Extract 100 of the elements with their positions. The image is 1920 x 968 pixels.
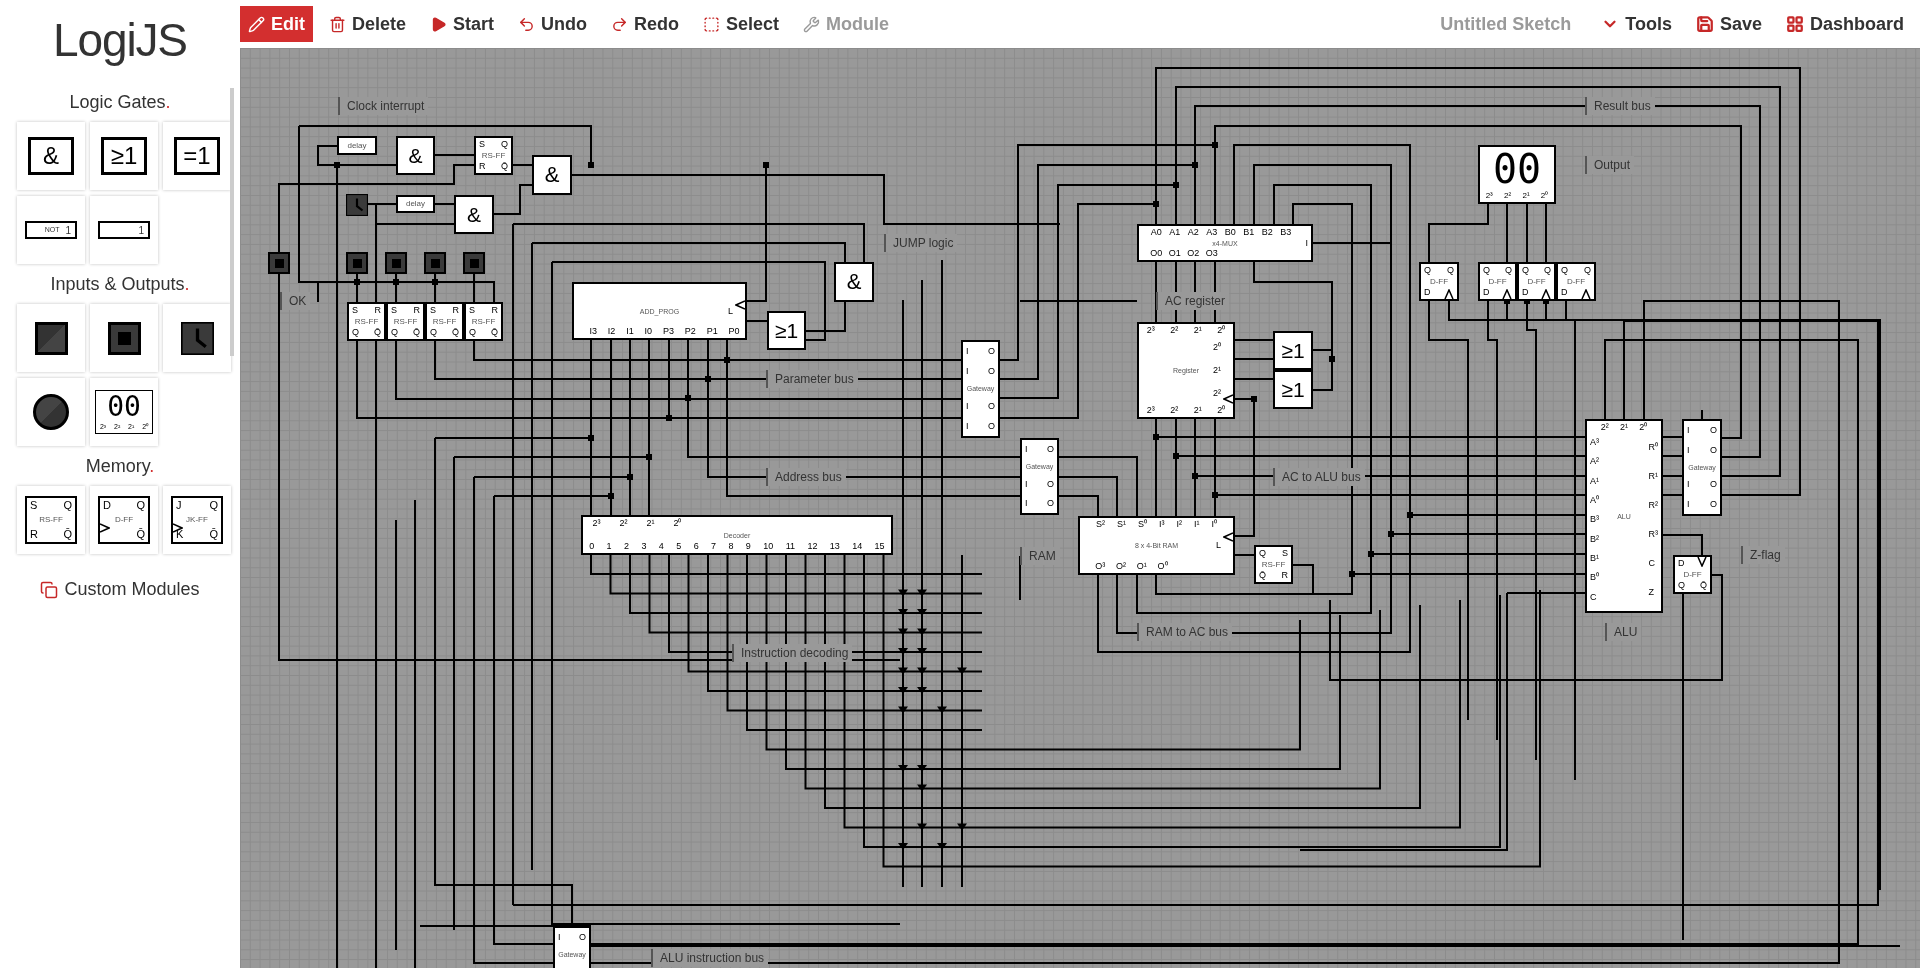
pin-label: D [1424, 288, 1431, 297]
delay-element[interactable]: delay [337, 136, 377, 155]
pin-label: A¹ [1590, 475, 1599, 487]
logic-gate-tool[interactable]: & [28, 137, 74, 175]
pin-label: O [1710, 479, 1717, 491]
toolbar-button[interactable]: Delete [321, 6, 415, 42]
push-button-tool[interactable] [107, 321, 141, 355]
pin-label: Q [430, 328, 437, 337]
pin-label: 2¹ [646, 518, 655, 529]
flip-flop-name: RS-FF [39, 516, 63, 524]
flip-flop[interactable]: Q Q D-FF D [1556, 262, 1596, 301]
push-button[interactable] [463, 252, 485, 274]
flip-flop[interactable]: Q Q D-FF D [1419, 262, 1459, 301]
pin-label: I [1687, 479, 1690, 491]
pin-label: 0 [589, 541, 595, 552]
logic-gate[interactable]: & [834, 262, 874, 302]
flip-flop[interactable]: S R RS-FF Q Q̄ [425, 302, 464, 341]
pin-label: 2² [1170, 325, 1179, 336]
switch-tool[interactable] [34, 321, 68, 355]
pin-label: 2² [1170, 405, 1179, 416]
flip-flop[interactable]: Q Q D-FF D [1517, 262, 1556, 301]
pin-label: 13 [829, 541, 840, 552]
pin-label: I [966, 401, 969, 413]
toolbar-button[interactable]: Start [422, 6, 503, 42]
pin-label: O [1710, 444, 1717, 456]
pin-label: 2⁰ [1639, 422, 1648, 433]
wire-label: RAM to AC bus [1137, 623, 1233, 641]
toolbar-icon [1785, 15, 1804, 33]
toolbar-button[interactable]: Save [1689, 6, 1768, 42]
push-button[interactable] [346, 252, 368, 274]
flip-flop-name: RS-FF [1261, 560, 1286, 569]
flip-flop-name: D-FF [1527, 277, 1546, 286]
pin-label: Q [1259, 549, 1266, 558]
pin-label: Q̄ [63, 529, 72, 540]
logic-gate[interactable]: ≥1 [767, 311, 806, 350]
pin-label: I [1687, 498, 1690, 510]
logic-gate-tool[interactable]: ≥1 [101, 137, 147, 175]
toolbar-button[interactable]: Tools [1595, 6, 1678, 42]
pin-label: 2⁰ [673, 518, 682, 529]
bit-label: 2⁰ [1540, 191, 1549, 201]
pin-label: B³ [1590, 514, 1599, 526]
custom-modules-link[interactable]: Custom Modules [40, 576, 200, 603]
flip-flop-tool[interactable]: S Q RS-FF R Q̄ [25, 496, 77, 544]
pin-label: I3 [589, 326, 597, 337]
flip-flop[interactable]: S R RS-FF Q Q̄ [464, 302, 503, 341]
clock-input-icon [100, 523, 110, 534]
flip-flop[interactable]: Q S RS-FF Q̄ R [1254, 545, 1293, 584]
toolbar-icon [248, 15, 265, 33]
pin-label: S [1282, 549, 1288, 558]
logic-gate[interactable]: & [396, 136, 435, 175]
pin-label: 2³ [592, 518, 601, 529]
push-button[interactable] [385, 252, 407, 274]
flip-flop[interactable]: S R RS-FF Q Q̄ [347, 302, 386, 341]
app-logo[interactable]: LogiJS [53, 12, 187, 68]
push-button[interactable] [424, 252, 446, 274]
flip-flop-tool[interactable]: J Q JK-FF K Q̄ [171, 496, 223, 544]
pin-label: C [1590, 591, 1598, 603]
pin-label: A² [1590, 456, 1599, 468]
hex-display[interactable]: 00 2³ 2² 2¹ 2⁰ [1478, 145, 1556, 204]
flip-flop[interactable]: S R RS-FF Q Q̄ [386, 302, 425, 341]
toolbar-button[interactable]: Edit [240, 6, 313, 42]
pin-label: I [558, 932, 561, 943]
logic-gate-tool[interactable]: =1 [174, 137, 220, 175]
toolbar-button[interactable]: Redo [603, 6, 688, 42]
logic-gate[interactable]: & [532, 155, 572, 195]
flip-flop[interactable]: Q Q D-FF D [1478, 262, 1517, 301]
flip-flop[interactable]: D D-FF Q Q̄ [1673, 555, 1712, 594]
pin-label: Q [391, 328, 398, 337]
toolbar-button[interactable]: Undo [510, 6, 596, 42]
pin-label: S [391, 306, 397, 315]
wire-label: Parameter bus [766, 370, 858, 388]
pin-label: Q̄ [209, 529, 218, 540]
pin-label: I⁰ [1211, 519, 1217, 530]
pin-label: Q [63, 500, 72, 511]
logic-gate[interactable]: & [454, 195, 494, 234]
logic-gate[interactable]: ≥1 [1273, 370, 1313, 409]
pin-label: A3 [1206, 227, 1218, 238]
toolbar-button[interactable]: Dashboard [1779, 6, 1910, 42]
toolbar-button[interactable]: Select [695, 6, 788, 42]
logic-gate[interactable]: ≥1 [1273, 331, 1313, 370]
pin-label: 2⁰ [1217, 325, 1226, 336]
pin-label: Q̄ [1259, 571, 1266, 580]
display-digits: 00 [1492, 147, 1542, 191]
pin-label: I [1687, 444, 1690, 456]
clock-input-icon [1697, 557, 1707, 567]
pin-label: Q [1544, 266, 1551, 275]
wire-label: Clock interrupt [338, 97, 429, 115]
flip-flop-tool[interactable]: D Q D-FF Q̄ [98, 496, 150, 544]
pin-label: R³ [1648, 529, 1658, 540]
flip-flop[interactable]: S Q RS-FF R Q̄ [474, 136, 513, 175]
pin-label: O0 [1150, 248, 1163, 259]
pin-label: Q [1483, 266, 1490, 275]
clock-input-icon [1502, 289, 1512, 299]
gate-symbol: 1 [138, 223, 144, 238]
pin-label: O [1047, 444, 1054, 456]
push-button[interactable] [268, 252, 290, 274]
lamp-tool[interactable] [33, 394, 69, 430]
pin-label: Q̄ [374, 328, 381, 337]
delay-element[interactable]: delay [396, 195, 435, 213]
unary-gate-tool[interactable]: 1 [98, 221, 150, 239]
